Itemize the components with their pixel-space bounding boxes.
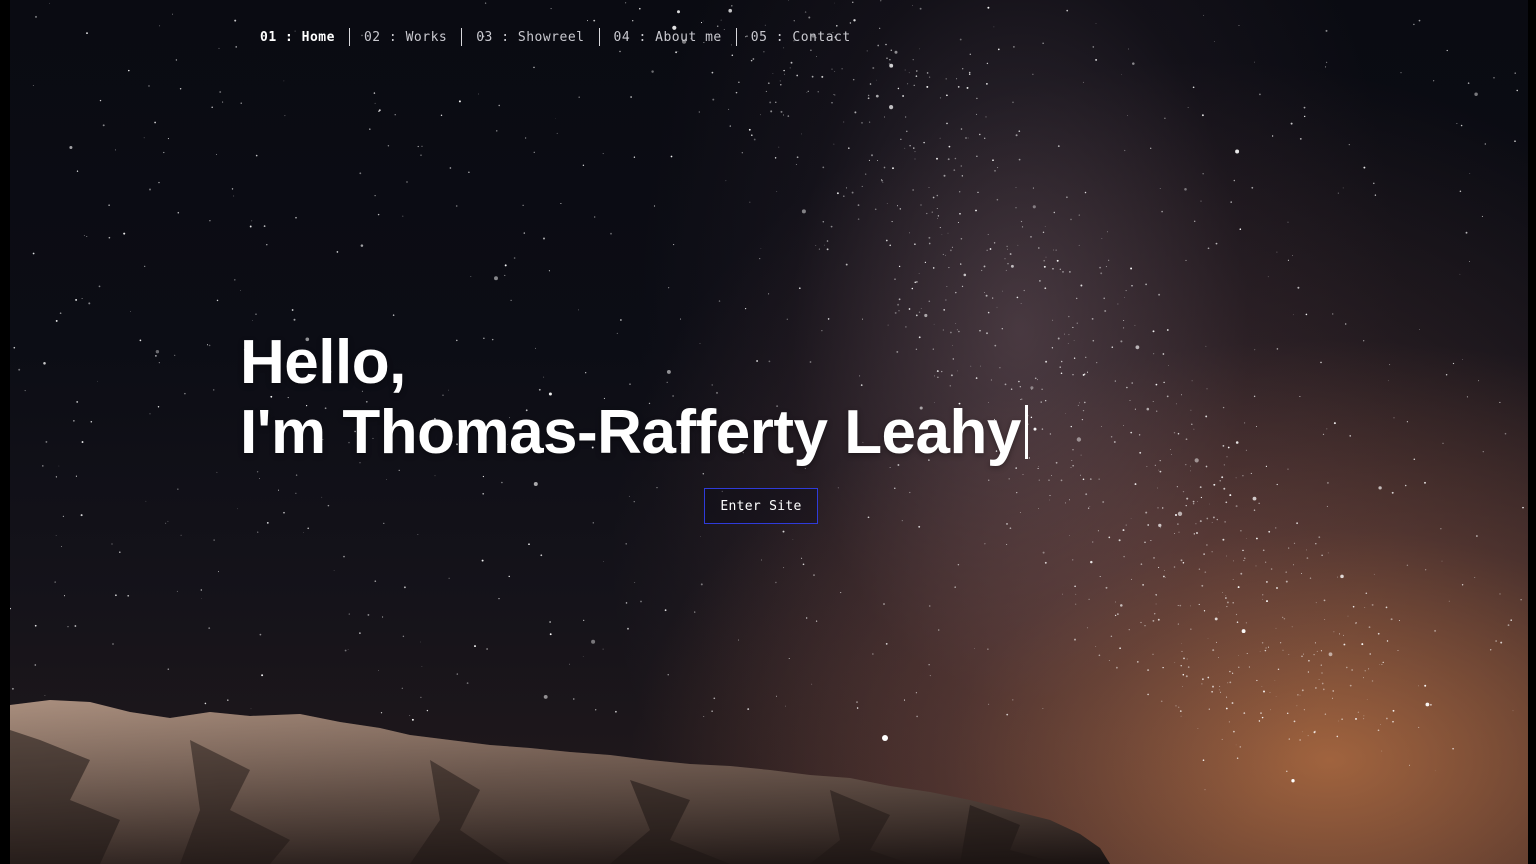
enter-site-button[interactable]: Enter Site [704,488,818,524]
nav-item-label: Showreel [517,29,585,45]
hero-greeting: Hello, [240,328,406,397]
nav-item-number: 02 [363,29,381,45]
nav-item-label: Home [301,29,335,45]
typing-cursor [1024,405,1028,459]
nav-item-number: 04 [613,29,631,45]
nav-item-separator: : [276,29,302,45]
nav-item-works[interactable]: 02 : Works [350,30,461,45]
nav-item-number: 05 [750,29,768,45]
nav-item-home[interactable]: 01 : Home [260,30,349,45]
nav-item-about-me[interactable]: 04 : About me [600,30,736,45]
nav-item-contact[interactable]: 05 : Contact [737,30,865,45]
hero-heading: Hello, I'm Thomas-Rafferty Leahy [240,328,1028,468]
nav-item-label: About me [655,29,722,45]
page: 01 : Home 02 : Works 03 : Showreel 04 : Abo… [0,0,1536,864]
right-border [1528,0,1536,864]
nav-item-showreel[interactable]: 03 : Showreel [462,30,598,45]
nav-item-separator: : [492,29,518,45]
nav-item-separator: : [380,29,406,45]
hero-intro-line: I'm Thomas-Rafferty Leahy [240,398,1028,468]
main-navigation: 01 : Home 02 : Works 03 : Showreel 04 : Abo… [260,28,865,46]
left-border [0,0,10,864]
nav-item-number: 03 [476,29,493,45]
nav-item-number: 01 [260,29,277,45]
nav-item-label: Works [405,29,448,45]
nav-item-label: Contact [792,29,851,45]
nav-item-separator: : [630,29,656,45]
nav-item-separator: : [767,29,793,45]
hero-intro: I'm Thomas-Rafferty Leahy [240,398,1021,467]
